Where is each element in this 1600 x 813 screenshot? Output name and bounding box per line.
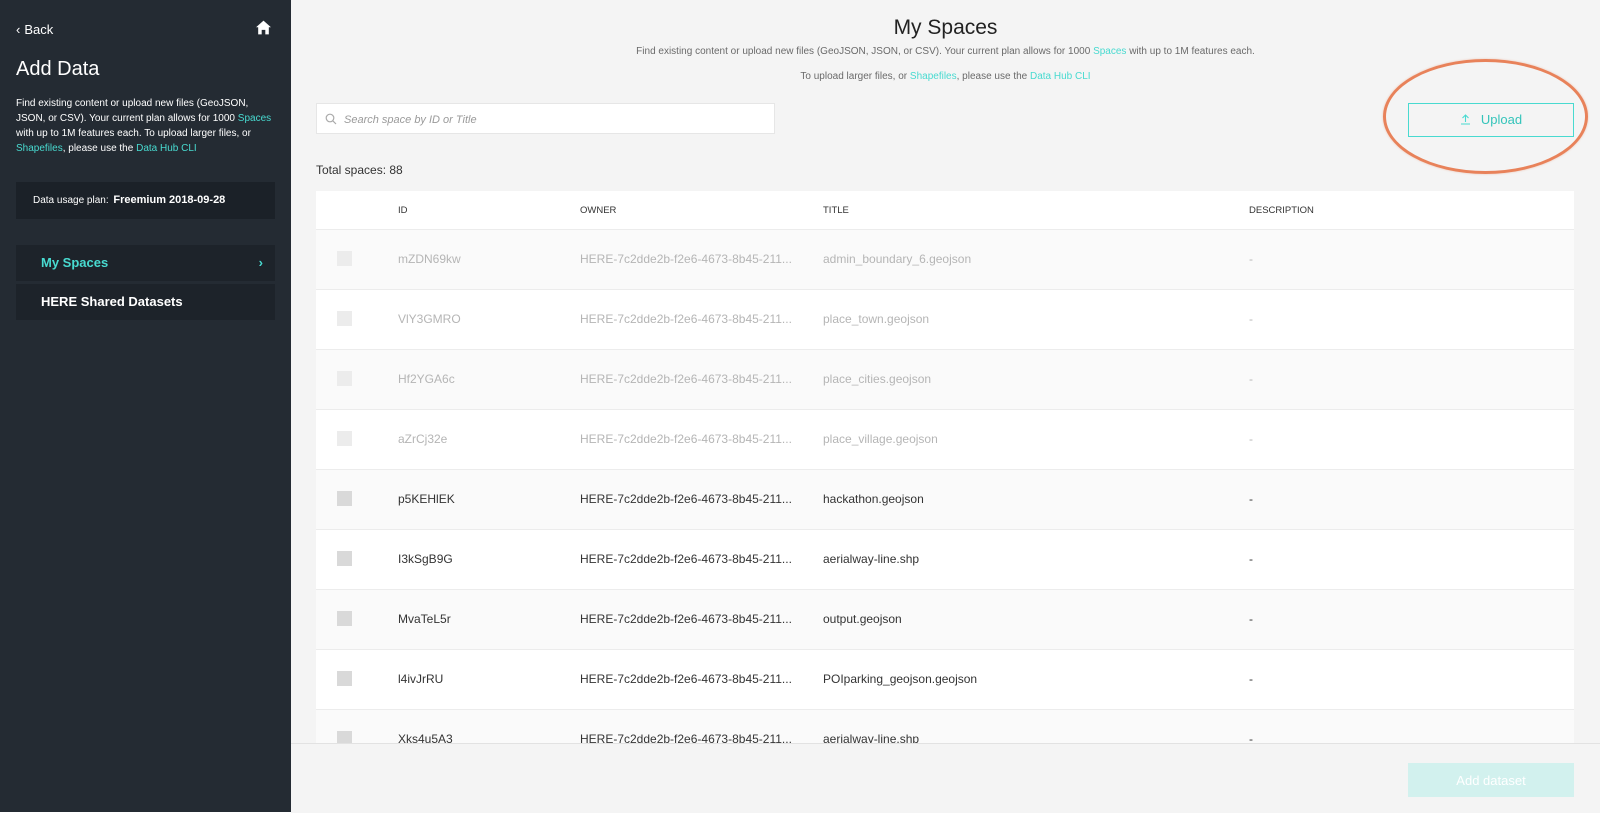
row-checkbox[interactable] — [337, 611, 352, 626]
cell-title: aerialway-line.shp — [823, 552, 920, 566]
column-header-description[interactable]: DESCRIPTION — [1249, 205, 1314, 216]
plan-label: Data usage plan: — [33, 195, 109, 206]
back-link[interactable]: ‹ Back — [16, 22, 53, 37]
row-checkbox[interactable] — [337, 671, 352, 686]
desc-text: with up to 1M features each. To upload l… — [16, 128, 251, 139]
table-row[interactable]: I3kSgB9G HERE-7c2dde2b-f2e6-4673-8b45-21… — [316, 530, 1574, 590]
cell-description: - — [1249, 252, 1253, 266]
table-body: mZDN69kw HERE-7c2dde2b-f2e6-4673-8b45-21… — [316, 230, 1574, 744]
subtitle-text: To upload larger files, or — [800, 71, 910, 82]
cell-id: I3kSgB9G — [398, 552, 453, 566]
total-spaces: Total spaces: 88 — [316, 163, 403, 177]
column-header-owner[interactable]: OWNER — [580, 205, 616, 216]
cell-id: aZrCj32e — [398, 432, 448, 446]
table-header: ID OWNER TITLE DESCRIPTION — [316, 191, 1574, 230]
row-checkbox[interactable] — [337, 551, 352, 566]
cell-id: mZDN69kw — [398, 252, 461, 266]
cell-owner: HERE-7c2dde2b-f2e6-4673-8b45-211... — [580, 552, 792, 566]
data-usage-plan: Data usage plan: Freemium 2018-09-28 — [16, 182, 275, 219]
shapefiles-link[interactable]: Shapefiles — [16, 143, 63, 154]
table-row[interactable]: Xks4u5A3 HERE-7c2dde2b-f2e6-4673-8b45-21… — [316, 710, 1574, 744]
cell-title: POIparking_geojson.geojson — [823, 672, 978, 686]
cell-owner: HERE-7c2dde2b-f2e6-4673-8b45-211... — [580, 312, 792, 326]
upload-label: Upload — [1480, 112, 1523, 127]
sidebar-item-label: HERE Shared Datasets — [41, 294, 183, 309]
table-row[interactable]: Hf2YGA6c HERE-7c2dde2b-f2e6-4673-8b45-21… — [316, 350, 1574, 410]
cell-id: l4ivJrRU — [398, 672, 444, 686]
cell-description: - — [1249, 612, 1253, 626]
column-header-id[interactable]: ID — [398, 205, 408, 216]
table-row[interactable]: mZDN69kw HERE-7c2dde2b-f2e6-4673-8b45-21… — [316, 230, 1574, 290]
search-box — [316, 103, 775, 135]
cell-id: Hf2YGA6c — [398, 372, 455, 386]
plan-value: Freemium 2018-09-28 — [113, 194, 226, 206]
cell-owner: HERE-7c2dde2b-f2e6-4673-8b45-211... — [580, 252, 792, 266]
cell-id: VlY3GMRO — [398, 312, 461, 326]
upload-icon — [1460, 114, 1470, 125]
back-label: Back — [24, 22, 54, 37]
sidebar-item-label: My Spaces — [41, 255, 109, 270]
table-row[interactable]: VlY3GMRO HERE-7c2dde2b-f2e6-4673-8b45-21… — [316, 290, 1574, 350]
sidebar-description: Find existing content or upload new file… — [16, 96, 278, 156]
cell-title: output.geojson — [823, 612, 902, 626]
cell-owner: HERE-7c2dde2b-f2e6-4673-8b45-211... — [580, 492, 792, 506]
row-checkbox[interactable] — [337, 371, 352, 386]
cell-description: - — [1249, 372, 1253, 386]
cell-description: - — [1249, 432, 1253, 446]
search-icon — [325, 113, 337, 125]
upload-button[interactable]: Upload — [1408, 103, 1574, 137]
subtitle-text: , please use the — [956, 71, 1030, 82]
cell-title: place_cities.geojson — [823, 372, 932, 386]
data-hub-cli-link[interactable]: Data Hub CLI — [136, 143, 197, 154]
desc-text: Find existing content or upload new file… — [16, 98, 249, 124]
sidebar-title: Add Data — [16, 58, 100, 80]
cell-title: admin_boundary_6.geojson — [823, 252, 972, 266]
sidebar: ‹ Back Add Data Find existing content or … — [0, 0, 291, 812]
table-row[interactable]: p5KEHlEK HERE-7c2dde2b-f2e6-4673-8b45-21… — [316, 470, 1574, 530]
add-dataset-button[interactable]: Add dataset — [1408, 763, 1574, 797]
cell-owner: HERE-7c2dde2b-f2e6-4673-8b45-211... — [580, 612, 792, 626]
page-subtitle-2: To upload larger files, or Shapefiles, p… — [291, 71, 1600, 82]
footer-bar: Add dataset — [291, 743, 1600, 813]
row-checkbox[interactable] — [337, 431, 352, 446]
table-row[interactable]: aZrCj32e HERE-7c2dde2b-f2e6-4673-8b45-21… — [316, 410, 1574, 470]
subtitle-text: with up to 1M features each. — [1126, 46, 1255, 57]
spaces-link[interactable]: Spaces — [1093, 46, 1126, 57]
sidebar-item-here-shared-datasets[interactable]: HERE Shared Datasets — [16, 284, 275, 320]
spaces-table: ID OWNER TITLE DESCRIPTION mZDN69kw HERE… — [316, 191, 1574, 744]
page-subtitle: Find existing content or upload new file… — [291, 46, 1600, 57]
cell-owner: HERE-7c2dde2b-f2e6-4673-8b45-211... — [580, 672, 792, 686]
cell-description: - — [1249, 492, 1253, 506]
cell-id: MvaTeL5r — [398, 612, 451, 626]
cell-title: place_village.geojson — [823, 432, 938, 446]
cell-id: p5KEHlEK — [398, 492, 455, 506]
cell-description: - — [1249, 312, 1253, 326]
shapefiles-link[interactable]: Shapefiles — [910, 71, 957, 82]
search-input[interactable] — [342, 104, 766, 135]
sidebar-item-my-spaces[interactable]: My Spaces › — [16, 245, 275, 281]
page-title: My Spaces — [893, 16, 998, 39]
cell-title: hackathon.geojson — [823, 492, 924, 506]
column-header-title[interactable]: TITLE — [823, 205, 849, 216]
cell-description: - — [1249, 552, 1253, 566]
row-checkbox[interactable] — [337, 491, 352, 506]
cell-owner: HERE-7c2dde2b-f2e6-4673-8b45-211... — [580, 432, 792, 446]
desc-text: , please use the — [62, 143, 137, 154]
row-checkbox[interactable] — [337, 311, 352, 326]
spaces-link[interactable]: Spaces — [238, 113, 271, 124]
cell-title: place_town.geojson — [823, 312, 930, 326]
row-checkbox[interactable] — [337, 251, 352, 266]
home-icon[interactable] — [255, 19, 272, 36]
table-row[interactable]: MvaTeL5r HERE-7c2dde2b-f2e6-4673-8b45-21… — [316, 590, 1574, 650]
chevron-right-icon: › — [258, 255, 263, 270]
cell-owner: HERE-7c2dde2b-f2e6-4673-8b45-211... — [580, 372, 792, 386]
subtitle-text: Find existing content or upload new file… — [636, 46, 1094, 57]
main-panel: My Spaces Find existing content or uploa… — [291, 0, 1600, 813]
cell-description: - — [1249, 672, 1253, 686]
chevron-left-icon: ‹ — [16, 22, 21, 37]
table-row[interactable]: l4ivJrRU HERE-7c2dde2b-f2e6-4673-8b45-21… — [316, 650, 1574, 710]
data-hub-cli-link[interactable]: Data Hub CLI — [1030, 71, 1091, 82]
